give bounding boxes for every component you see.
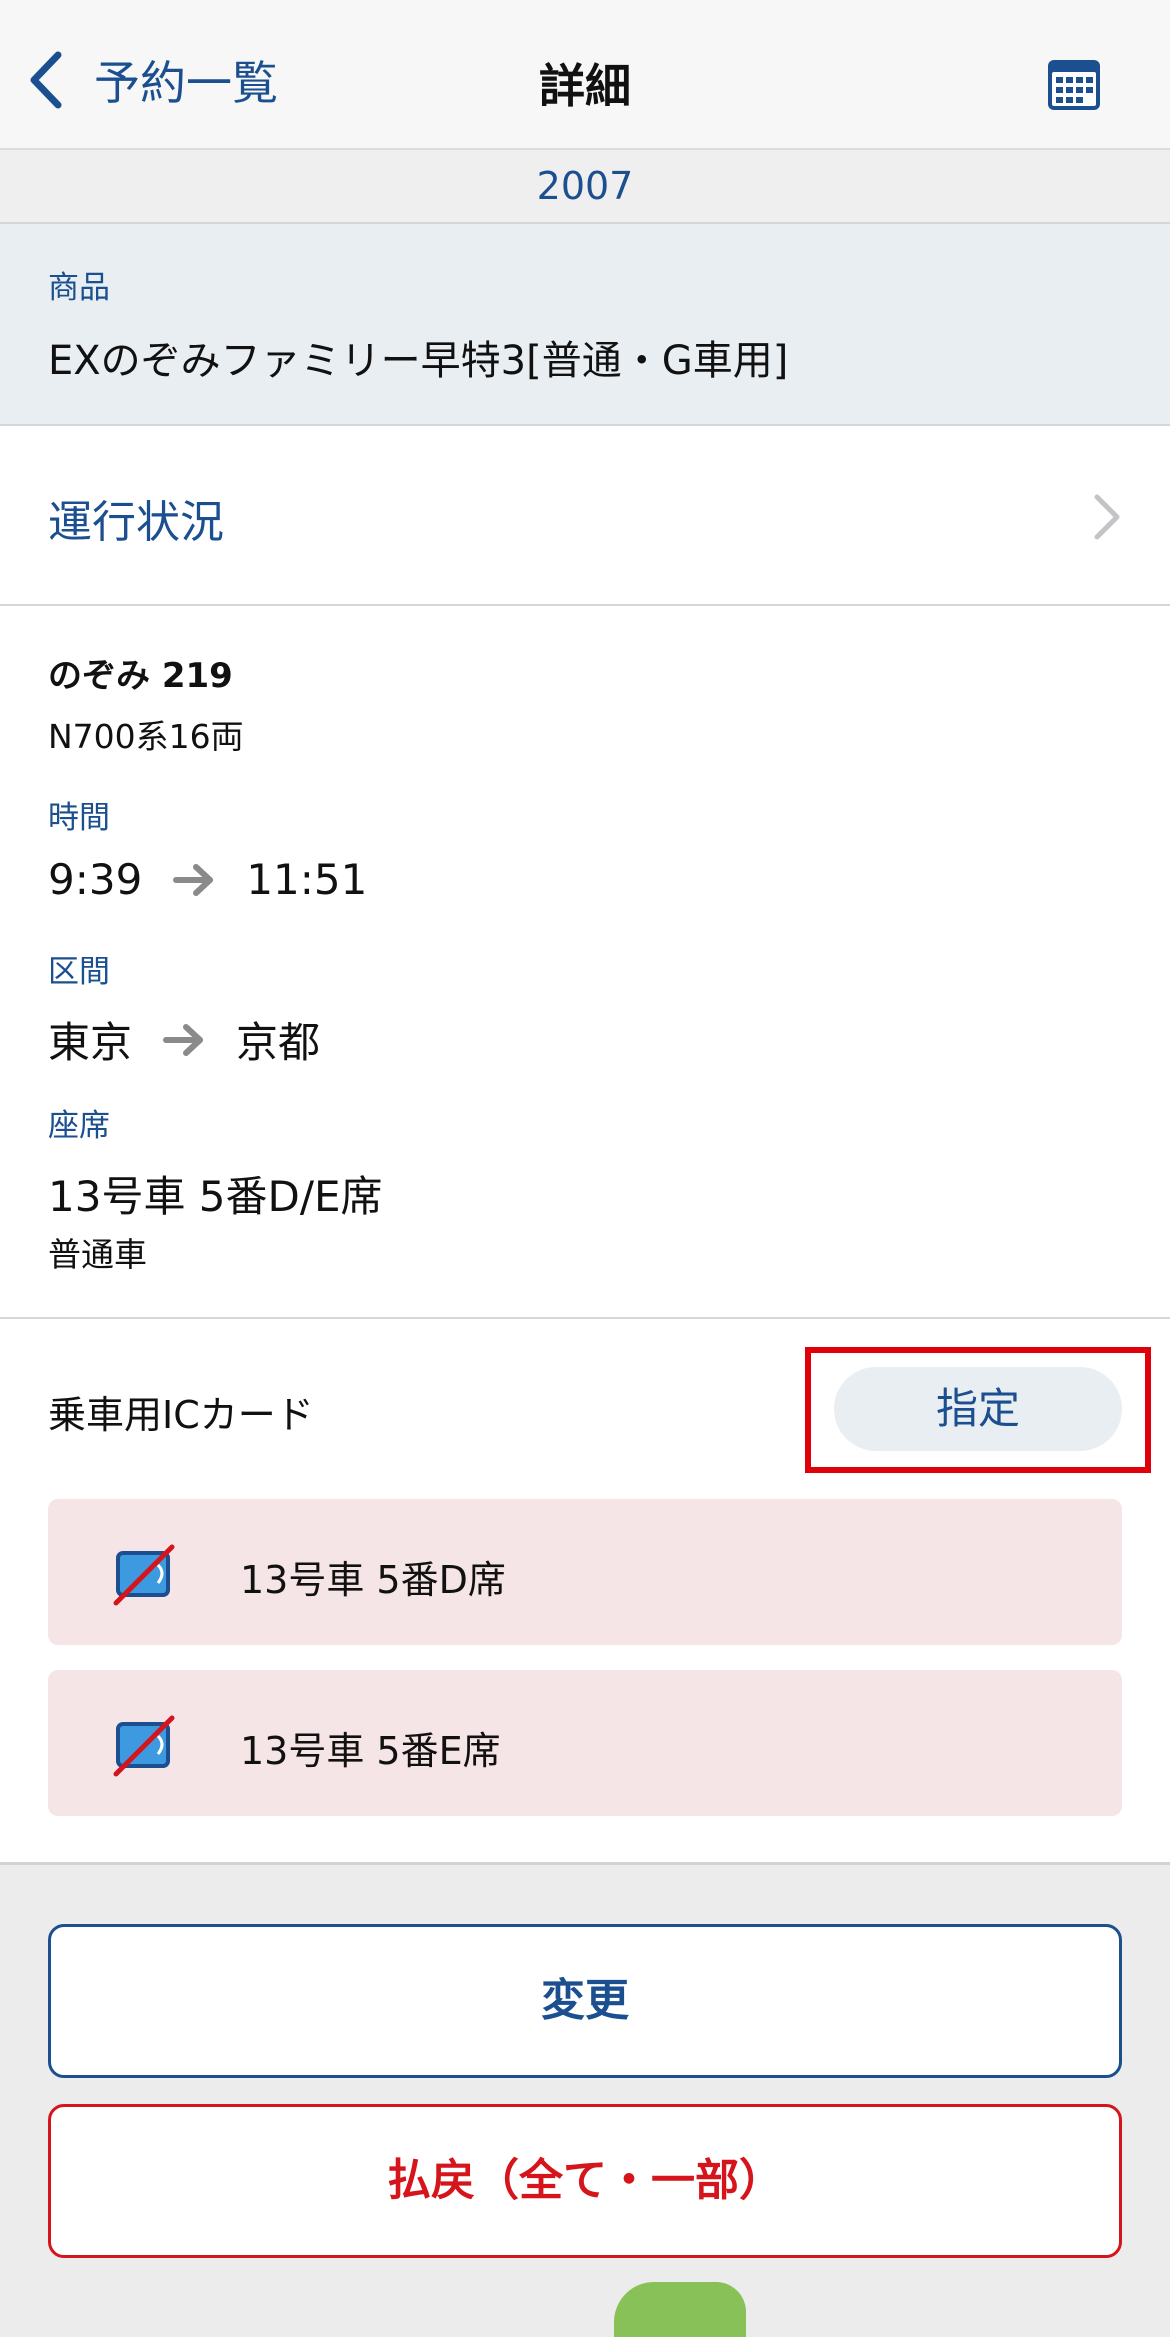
departure-station: 東京 [48,1018,133,1067]
navigation-bar: 予約一覧 詳細 [0,0,1170,150]
page-title: 詳細 [539,59,631,113]
section-value: 東京 京都 [48,1009,320,1070]
product-label: 商品 [48,270,110,306]
operation-status-row[interactable]: 運行状況 [0,426,1170,606]
ic-card-unassigned-icon [113,1715,175,1777]
divider [0,1317,1170,1319]
operation-status-label: 運行状況 [48,497,224,548]
train-info: のぞみ 219 N700系16両 [48,656,1118,758]
arrow-right-icon [173,863,214,896]
time-value: 9:39 11:51 [48,855,367,904]
train-type: N700系16両 [48,717,244,756]
calendar-icon[interactable] [1046,56,1102,112]
ic-seat-card[interactable]: 13号車 5番D席 [48,1499,1122,1645]
green-mark [614,2282,746,2337]
ic-card-label: 乗車用ICカード [48,1393,314,1437]
product-value: EXのぞみファミリー早特3[普通・G車用] [48,338,789,384]
ic-seat-card[interactable]: 13号車 5番E席 [48,1670,1122,1816]
ic-seat-label: 13号車 5番E席 [240,1729,501,1773]
arrival-station: 京都 [236,1018,321,1067]
refund-button[interactable]: 払戻（全て・一部） [48,2104,1122,2258]
section-header: 2007 [0,150,1170,224]
chevron-right-icon [1094,494,1120,540]
seat-value: 13号車 5番D/E席 [48,1172,383,1221]
arrow-right-icon [163,1023,204,1056]
change-button[interactable]: 変更 [48,1924,1122,2078]
seat-label: 座席 [48,1108,110,1144]
ic-card-unassigned-icon [113,1544,175,1606]
product-section: 商品 EXのぞみファミリー早特3[普通・G車用] [0,224,1170,426]
departure-time: 9:39 [48,855,143,904]
time-label: 時間 [48,800,110,836]
section-label: 区間 [48,954,110,990]
arrival-time: 11:51 [246,855,368,904]
seat-class: 普通車 [48,1235,147,1274]
train-name: のぞみ 219 [48,656,233,696]
highlight-box [805,1347,1151,1473]
ic-seat-label: 13号車 5番D席 [240,1558,506,1602]
